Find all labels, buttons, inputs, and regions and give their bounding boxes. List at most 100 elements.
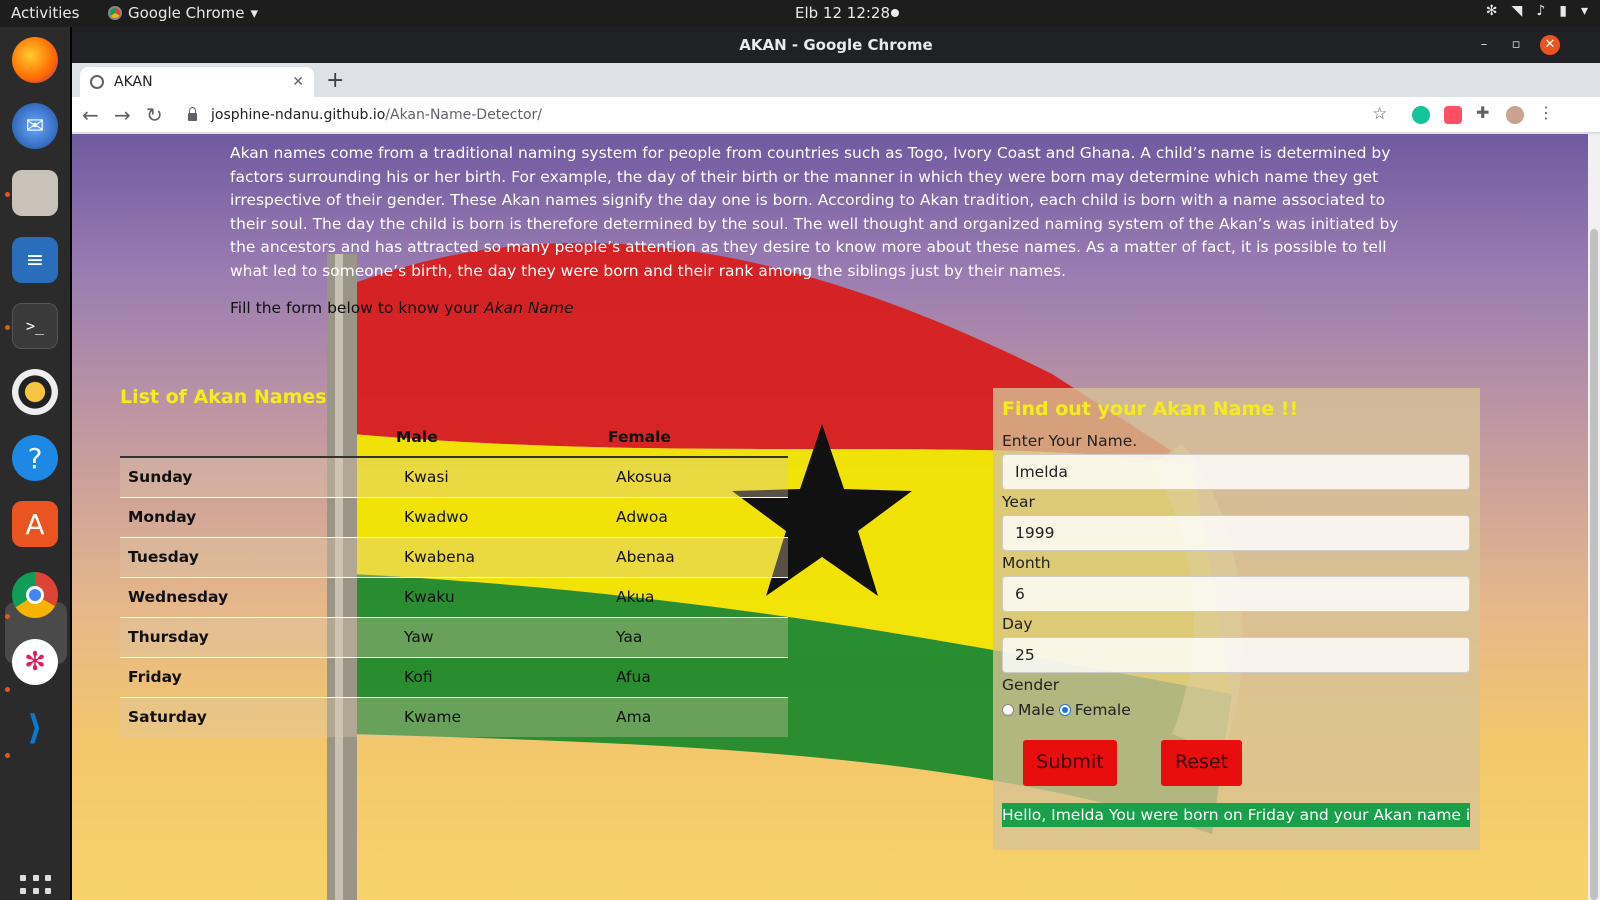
page-scrollbar[interactable] (1588, 134, 1600, 900)
table-row: Friday Kofi Afua (120, 656, 788, 697)
grammarly-icon[interactable] (1412, 106, 1430, 124)
app-menu-label: Google Chrome (128, 4, 245, 22)
activities-button[interactable]: Activities (11, 4, 79, 22)
cell-female-name: Ama (608, 696, 788, 737)
cell-male-name: Kwasi (396, 456, 608, 497)
female-radio[interactable] (1058, 704, 1071, 716)
cell-female-name: Afua (608, 656, 788, 697)
window-title: AKAN - Google Chrome (739, 36, 933, 54)
firefox-icon[interactable] (12, 37, 58, 83)
column-header-male: Male (396, 411, 608, 458)
table-row: Sunday Kwasi Akosua (120, 456, 788, 497)
month-input[interactable]: 6 (1002, 576, 1470, 612)
submit-button[interactable]: Submit (1023, 740, 1117, 786)
volume-icon[interactable]: ♪ (1536, 3, 1545, 19)
cell-female-name: Yaa (608, 616, 788, 657)
column-header-day (120, 411, 396, 458)
result-message: Hello, Imelda You were born on Friday an… (1002, 803, 1470, 827)
address-bar[interactable]: josphine-ndanu.github.io/Akan-Name-Detec… (176, 100, 1406, 130)
cell-day: Tuesday (120, 536, 396, 577)
gender-options: Male Female (1002, 701, 1131, 719)
browser-toolbar: ← → ↻ josphine-ndanu.github.io/Akan-Name… (72, 97, 1600, 133)
back-icon[interactable]: ← (82, 103, 99, 127)
cell-day: Thursday (120, 616, 396, 657)
page-viewport: Akan names come from a traditional namin… (72, 134, 1600, 900)
system-top-bar: Activities Google Chrome ▾ Elb 12 12:28 … (0, 0, 1600, 27)
table-header-row: Male Female (120, 411, 788, 458)
minimize-icon[interactable]: – (1474, 35, 1494, 55)
gender-label: Gender (1002, 676, 1060, 694)
software-center-icon[interactable]: A (12, 501, 58, 547)
akan-names-table: Male Female Sunday Kwasi Akosua Monday Kwadw… (120, 411, 788, 737)
table-row: Saturday Kwame Ama (120, 696, 788, 737)
chevron-down-icon: ▾ (250, 4, 259, 22)
chevron-down-icon[interactable]: ▾ (1581, 3, 1588, 19)
close-icon[interactable]: ✕ (1540, 35, 1560, 55)
name-input[interactable]: Imelda (1002, 454, 1470, 490)
reset-button[interactable]: Reset (1161, 740, 1242, 786)
tab-close-icon[interactable]: ✕ (292, 74, 304, 90)
akan-list-heading: List of Akan Names (120, 386, 327, 408)
cell-male-name: Kwame (396, 696, 608, 737)
clock[interactable]: Elb 12 12:28 (795, 4, 890, 22)
cell-day: Sunday (120, 456, 396, 497)
slack-tray-icon[interactable]: ✻ (1486, 3, 1498, 19)
profile-avatar[interactable] (1506, 106, 1524, 124)
tab-title: AKAN (114, 74, 153, 90)
battery-icon[interactable]: ▮ (1559, 3, 1567, 19)
system-tray[interactable]: ✻ ◥ ♪ ▮ ▾ (1486, 3, 1588, 19)
female-radio-label[interactable]: Female (1075, 701, 1131, 719)
scrollbar-thumb[interactable] (1590, 229, 1598, 900)
cell-male-name: Kwaku (396, 576, 608, 617)
new-tab-icon[interactable]: + (326, 68, 344, 93)
cell-female-name: Adwoa (608, 496, 788, 537)
window-titlebar[interactable]: AKAN - Google Chrome – ▫ ✕ (72, 27, 1600, 63)
intro-paragraph: Akan names come from a traditional namin… (230, 144, 1399, 280)
month-label: Month (1002, 554, 1051, 572)
cell-male-name: Kofi (396, 656, 608, 697)
writer-icon[interactable]: ≡ (12, 237, 58, 283)
day-label: Day (1002, 615, 1033, 633)
rhythmbox-icon[interactable] (12, 369, 58, 415)
slack-icon[interactable]: ✻ (12, 639, 58, 685)
column-header-female: Female (608, 411, 788, 458)
screen-recorder-icon[interactable] (1444, 106, 1462, 124)
show-applications-icon[interactable] (20, 875, 52, 900)
form-heading: Find out your Akan Name !! (1002, 398, 1299, 420)
day-input[interactable]: 25 (1002, 637, 1470, 673)
akan-form: Find out your Akan Name !! Enter Your Na… (993, 388, 1480, 850)
tab-strip: AKAN ✕ + (72, 63, 1600, 97)
running-indicator (5, 687, 10, 692)
year-input[interactable]: 1999 (1002, 515, 1470, 551)
instruction-emphasis: Akan Name (484, 299, 574, 317)
running-indicator (5, 325, 10, 330)
chrome-icon (108, 6, 122, 20)
cell-day: Wednesday (120, 576, 396, 617)
bookmark-star-icon[interactable]: ☆ (1372, 104, 1387, 124)
cell-male-name: Kwadwo (396, 496, 608, 537)
maximize-icon[interactable]: ▫ (1506, 35, 1526, 55)
instruction-text: Fill the form below to know your (230, 299, 484, 317)
form-instruction: Fill the form below to know your Akan Na… (230, 299, 574, 317)
chrome-dock-icon[interactable] (12, 572, 58, 618)
reload-icon[interactable]: ↻ (146, 103, 163, 127)
menu-kebab-icon[interactable]: ⋮ (1538, 103, 1556, 122)
cell-day: Saturday (120, 696, 396, 737)
male-radio[interactable] (1002, 704, 1014, 716)
cell-day: Monday (120, 496, 396, 537)
forward-icon[interactable]: → (114, 103, 131, 127)
extensions-puzzle-icon[interactable]: ✚ (1476, 103, 1494, 122)
table-row: Thursday Yaw Yaa (120, 616, 788, 657)
vscode-icon[interactable]: ⟩ (12, 705, 58, 751)
wifi-icon[interactable]: ◥ (1512, 3, 1523, 19)
files-icon[interactable] (12, 170, 58, 216)
app-menu[interactable]: Google Chrome ▾ (108, 4, 258, 22)
terminal-icon[interactable]: >_ (12, 303, 58, 349)
year-label: Year (1002, 493, 1035, 511)
lock-icon[interactable] (188, 107, 197, 121)
globe-icon (90, 75, 104, 89)
help-icon[interactable]: ? (12, 435, 58, 481)
male-radio-label[interactable]: Male (1018, 701, 1055, 719)
tab-akan[interactable]: AKAN ✕ (80, 67, 314, 97)
thunderbird-icon[interactable]: ✉ (12, 103, 58, 149)
